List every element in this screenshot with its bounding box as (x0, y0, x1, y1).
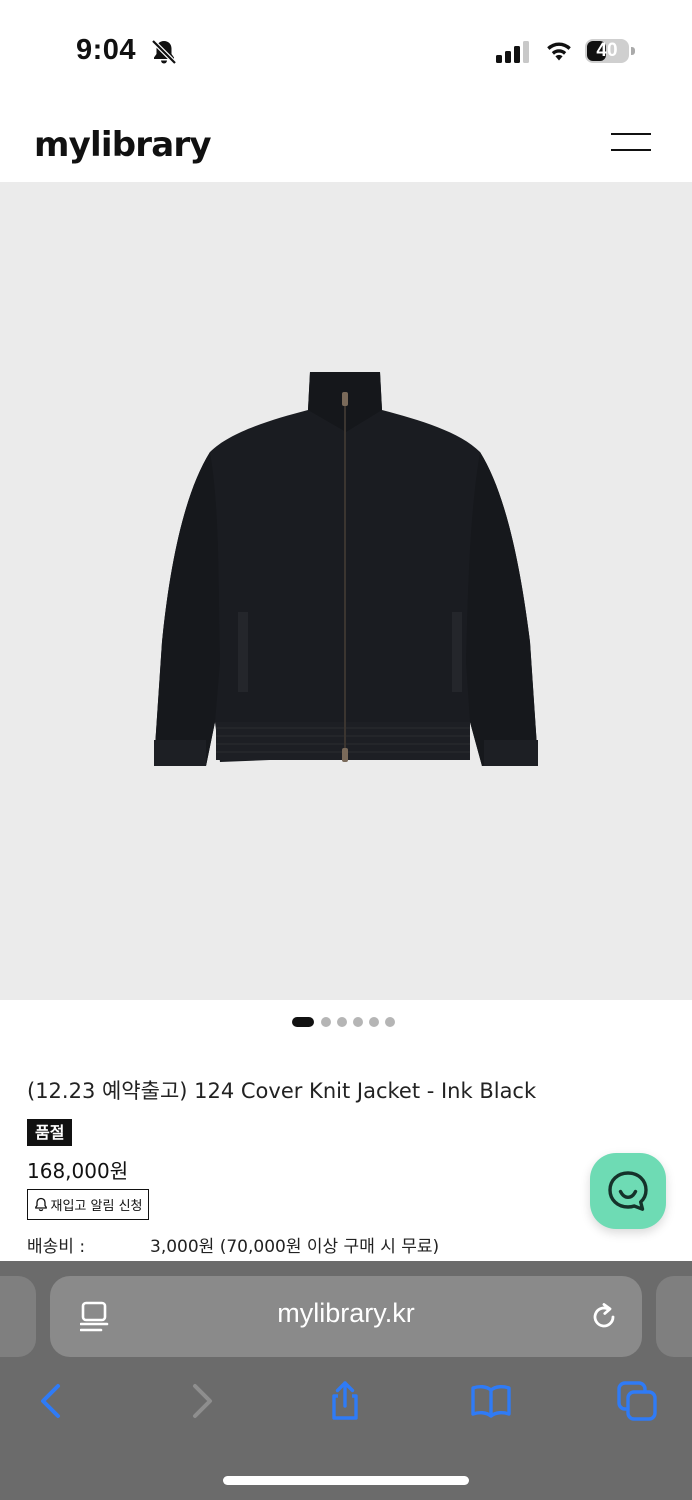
jacket-product-photo (154, 372, 538, 766)
chat-button[interactable] (590, 1153, 666, 1229)
shipping-label: 배송비 : (27, 1237, 86, 1257)
bookmarks-icon[interactable] (470, 1380, 512, 1422)
restock-alert-label: 재입고 알림 신청 (50, 1199, 143, 1214)
share-icon[interactable] (324, 1380, 366, 1422)
battery-percent: 40 (596, 40, 618, 61)
cellular-signal-icon (496, 41, 529, 63)
soldout-badge: 품절 (27, 1119, 73, 1146)
carousel-dot-active[interactable] (292, 1017, 314, 1027)
carousel-dot[interactable] (337, 1017, 347, 1027)
product-title: (12.23 예약출고) 124 Cover Knit Jacket - Ink… (27, 1079, 537, 1103)
home-indicator (223, 1476, 469, 1485)
bell-slash-icon (151, 39, 177, 65)
carousel-dot[interactable] (321, 1017, 331, 1027)
product-image-gallery[interactable] (0, 182, 692, 1000)
wifi-icon (547, 42, 571, 61)
bell-icon (34, 1197, 47, 1212)
status-time: 9:04 (76, 34, 137, 66)
site-logo[interactable]: mylibrary (34, 125, 211, 165)
back-icon[interactable] (31, 1380, 73, 1422)
carousel-dot[interactable] (369, 1017, 379, 1027)
shipping-value: 3,000원 (70,000원 이상 구매 시 무료) (150, 1237, 440, 1257)
product-price: 168,000원 (27, 1159, 129, 1183)
forward-icon[interactable] (180, 1380, 222, 1422)
hamburger-menu-icon[interactable] (611, 131, 653, 153)
status-bar: 9:04 40 (0, 0, 692, 100)
battery-icon: 40 (585, 39, 637, 65)
reload-icon[interactable] (588, 1300, 620, 1332)
carousel-dot[interactable] (385, 1017, 395, 1027)
restock-alert-button[interactable]: 재입고 알림 신청 (27, 1189, 149, 1220)
chat-bubble-icon (608, 1171, 648, 1211)
carousel-dot[interactable] (353, 1017, 363, 1027)
tabs-icon[interactable] (616, 1380, 658, 1422)
